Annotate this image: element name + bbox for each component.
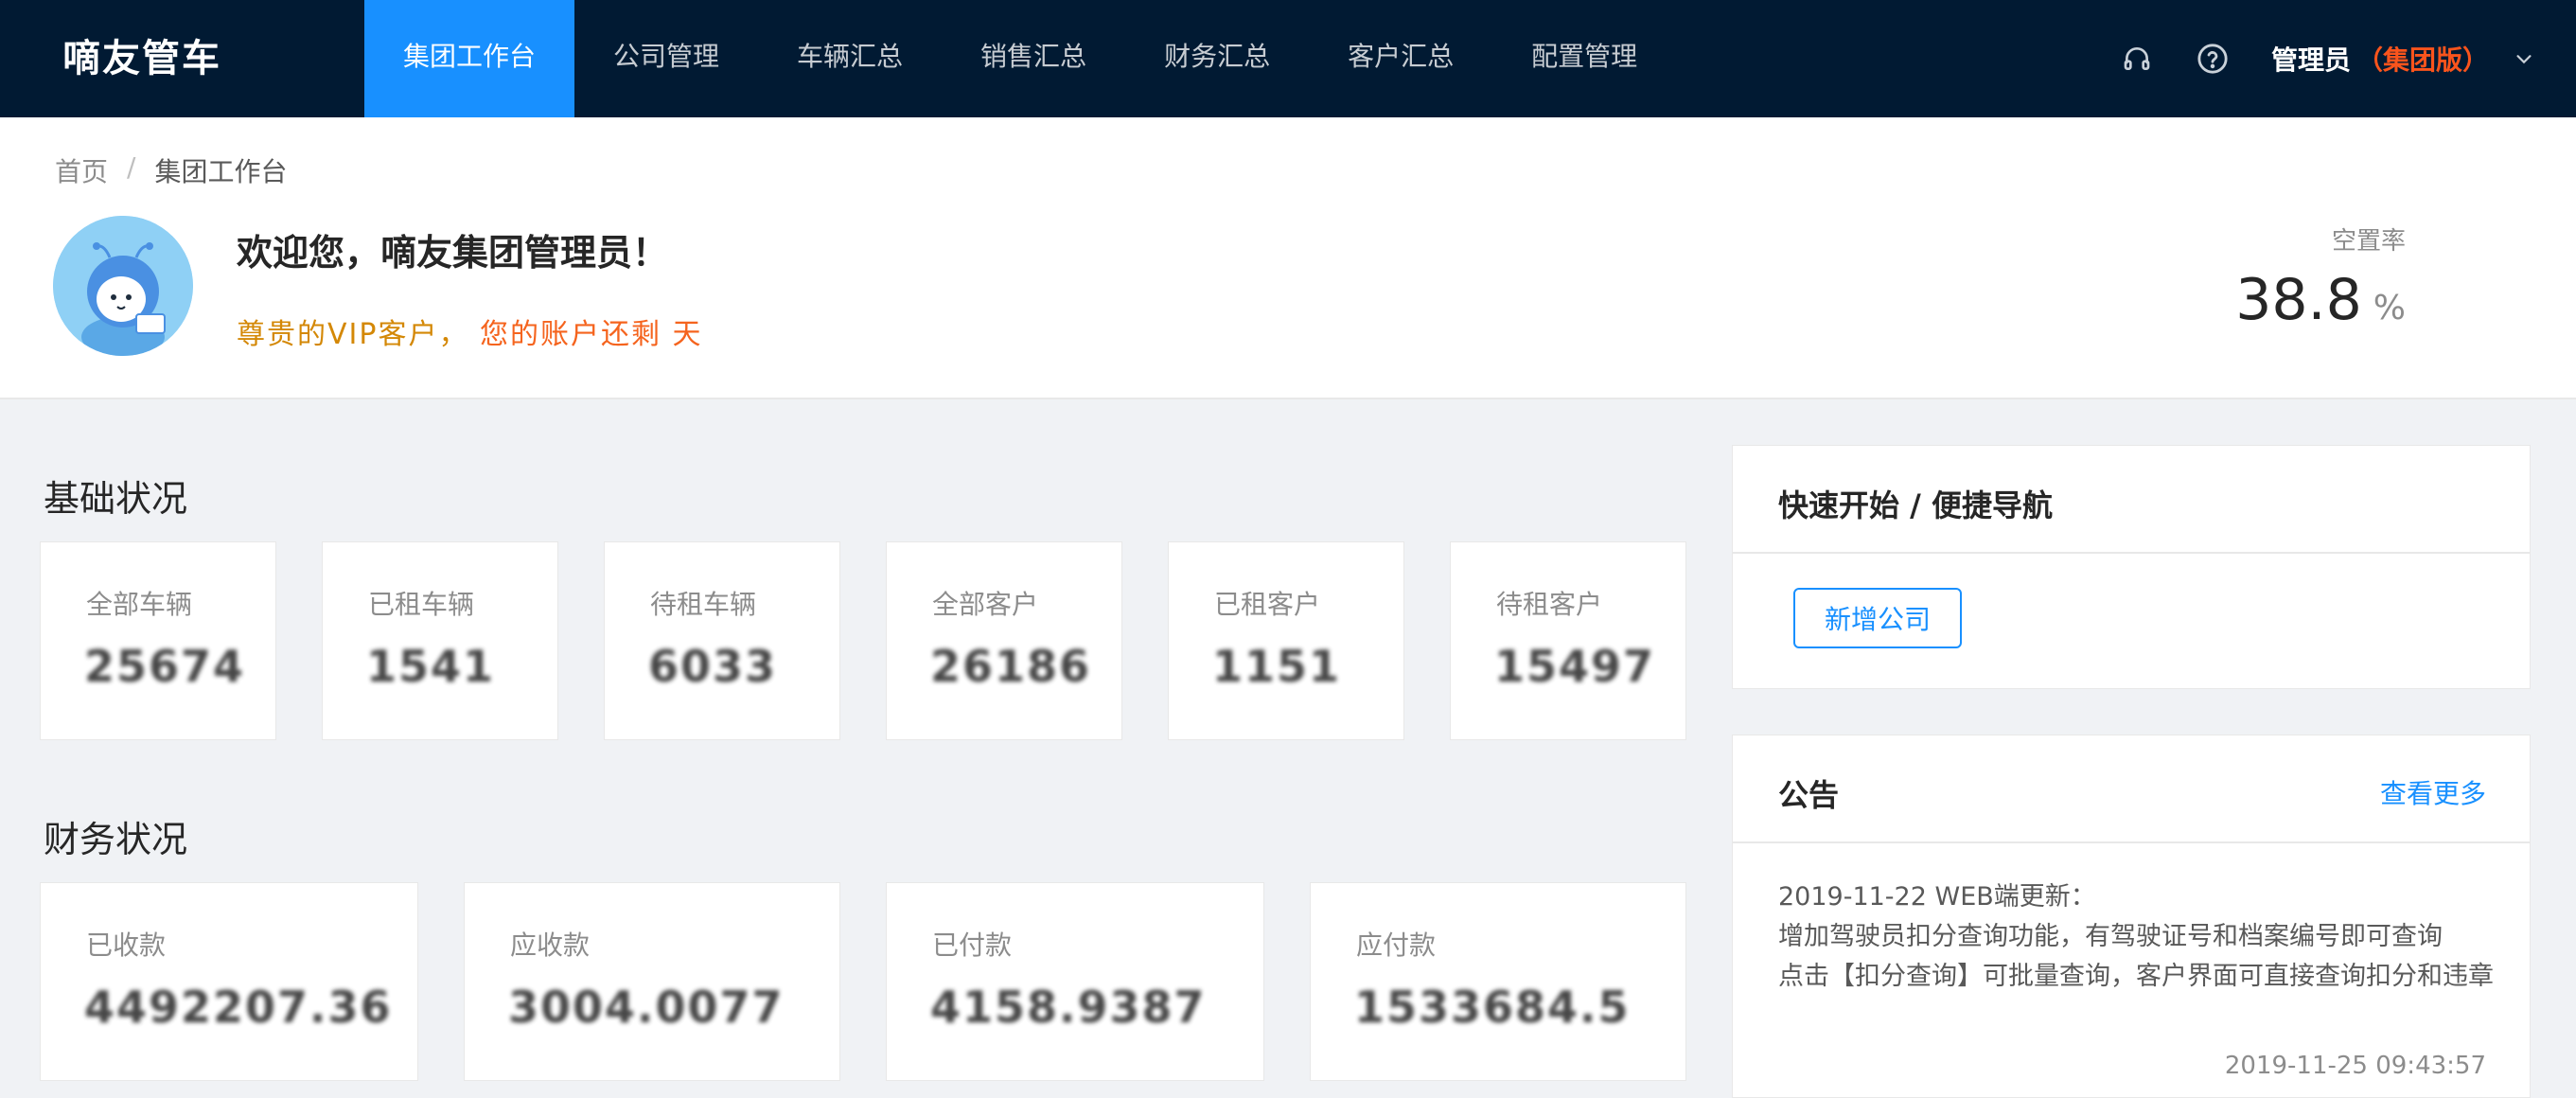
vacancy-value: 38.8% xyxy=(2235,267,2406,333)
notice-header: 公告 查看更多 xyxy=(1733,735,2530,843)
stat-value: 25674 xyxy=(84,641,246,692)
finance-status-title: 财务状况 xyxy=(44,819,188,860)
stat-value: 4492207.36 xyxy=(84,982,393,1033)
nav-item-config[interactable]: 配置管理 xyxy=(1492,0,1676,117)
stat-value: 6033 xyxy=(648,641,778,692)
stat-value: 15497 xyxy=(1494,641,1656,692)
stat-card-all-vehicles: 全部车辆 25674 xyxy=(40,541,276,740)
user-name: 管理员 xyxy=(2270,44,2351,76)
user-menu[interactable]: 管理员 （集团版） xyxy=(2271,40,2534,78)
stat-card-all-customers: 全部客户 26186 xyxy=(886,541,1122,740)
top-nav-bar: 嘀友管车 集团工作台 公司管理 车辆汇总 销售汇总 财务汇总 客户汇总 配置管理… xyxy=(0,0,2576,117)
quick-nav-panel: 快速开始 / 便捷导航 新增公司 xyxy=(1732,445,2531,689)
nav-item-finance[interactable]: 财务汇总 xyxy=(1125,0,1309,117)
stat-value: 3004.0077 xyxy=(508,982,785,1033)
basic-status-title: 基础状况 xyxy=(44,478,188,520)
stat-value: 4158.9387 xyxy=(930,982,1207,1033)
stat-label: 全部客户 xyxy=(932,589,1039,620)
welcome-title: 欢迎您，嘀友集团管理员！ xyxy=(237,232,669,274)
view-more-link[interactable]: 查看更多 xyxy=(2380,773,2486,811)
user-edition: （集团版） xyxy=(2355,44,2489,76)
vip-text: 尊贵的VIP客户， xyxy=(237,318,469,351)
stat-card-rented-customers: 已租客户 1151 xyxy=(1168,541,1404,740)
nav-item-vehicles[interactable]: 车辆汇总 xyxy=(758,0,942,117)
notice-line: 点击【扣分查询】可批量查询，客户界面可直接查询扣分和违章 xyxy=(1778,962,2494,991)
page-header: 首页 / 集团工作台 欢迎您，嘀友集团管理员！ 尊贵的VIP客户， 您的账户还剩… xyxy=(0,117,2576,399)
notice-line: 增加驾驶员扣分查询功能，有驾驶证号和档案编号即可查询 xyxy=(1778,922,2443,951)
stat-label: 应付款 xyxy=(1356,930,1437,961)
stat-card-payable: 应付款 1533684.5 xyxy=(1310,882,1686,1081)
stat-value: 1541 xyxy=(366,641,496,692)
stat-label: 待租车辆 xyxy=(650,589,757,620)
help-circle-icon[interactable] xyxy=(2196,42,2230,76)
stat-card-received: 已收款 4492207.36 xyxy=(40,882,418,1081)
app-logo[interactable]: 嘀友管车 xyxy=(62,0,221,117)
stat-label: 应收款 xyxy=(510,930,591,961)
notice-content: 2019-11-22 WEB端更新： 增加驾驶员扣分查询功能，有驾驶证号和档案编… xyxy=(1778,877,2497,997)
notice-panel: 公告 查看更多 2019-11-22 WEB端更新： 增加驾驶员扣分查询功能，有… xyxy=(1732,735,2531,1098)
quick-nav-title: 快速开始 / 便捷导航 xyxy=(1778,487,2053,523)
breadcrumb-current: 集团工作台 xyxy=(154,156,288,187)
stat-card-rented-vehicles: 已租车辆 1541 xyxy=(322,541,558,740)
stat-value: 26186 xyxy=(930,641,1092,692)
add-company-button[interactable]: 新增公司 xyxy=(1793,588,1962,648)
nav-item-customers[interactable]: 客户汇总 xyxy=(1309,0,1492,117)
main-nav: 集团工作台 公司管理 车辆汇总 销售汇总 财务汇总 客户汇总 配置管理 xyxy=(364,0,1676,117)
notice-line: 2019-11-22 WEB端更新： xyxy=(1778,882,2096,912)
nav-item-sales[interactable]: 销售汇总 xyxy=(942,0,1125,117)
stat-card-receivable: 应收款 3004.0077 xyxy=(464,882,840,1081)
account-remain-text: 您的账户还剩 天 xyxy=(480,318,703,351)
breadcrumb-home[interactable]: 首页 xyxy=(55,151,108,189)
stat-value: 1151 xyxy=(1212,641,1342,692)
vacancy-label: 空置率 xyxy=(2331,227,2406,256)
stat-card-available-vehicles: 待租车辆 6033 xyxy=(604,541,840,740)
vacancy-unit: % xyxy=(2373,289,2406,328)
quick-nav-header: 快速开始 / 便捷导航 xyxy=(1733,446,2530,554)
nav-item-group-workbench[interactable]: 集团工作台 xyxy=(364,0,575,117)
notice-title: 公告 xyxy=(1778,777,1840,813)
stat-label: 待租客户 xyxy=(1496,589,1603,620)
stat-label: 已租车辆 xyxy=(368,589,475,620)
stat-card-paid: 已付款 4158.9387 xyxy=(886,882,1264,1081)
notice-timestamp: 2019-11-25 09:43:57 xyxy=(2224,1052,2486,1080)
stat-label: 已租客户 xyxy=(1214,589,1321,620)
stat-value: 1533684.5 xyxy=(1354,982,1631,1033)
vacancy-number: 38.8 xyxy=(2235,267,2362,333)
vip-status: 尊贵的VIP客户， 您的账户还剩 天 xyxy=(237,310,703,352)
stat-label: 已付款 xyxy=(932,930,1013,961)
stat-label: 全部车辆 xyxy=(86,589,193,620)
breadcrumb-separator: / xyxy=(127,151,136,183)
nav-item-company[interactable]: 公司管理 xyxy=(574,0,758,117)
stat-label: 已收款 xyxy=(86,930,167,961)
chevron-down-icon[interactable] xyxy=(2514,48,2534,69)
top-right-tools: 管理员 （集团版） xyxy=(2120,0,2534,117)
avatar xyxy=(53,216,193,356)
stat-card-pending-customers: 待租客户 15497 xyxy=(1450,541,1686,740)
headset-icon[interactable] xyxy=(2120,42,2154,76)
breadcrumb: 首页 / 集团工作台 xyxy=(55,151,287,189)
